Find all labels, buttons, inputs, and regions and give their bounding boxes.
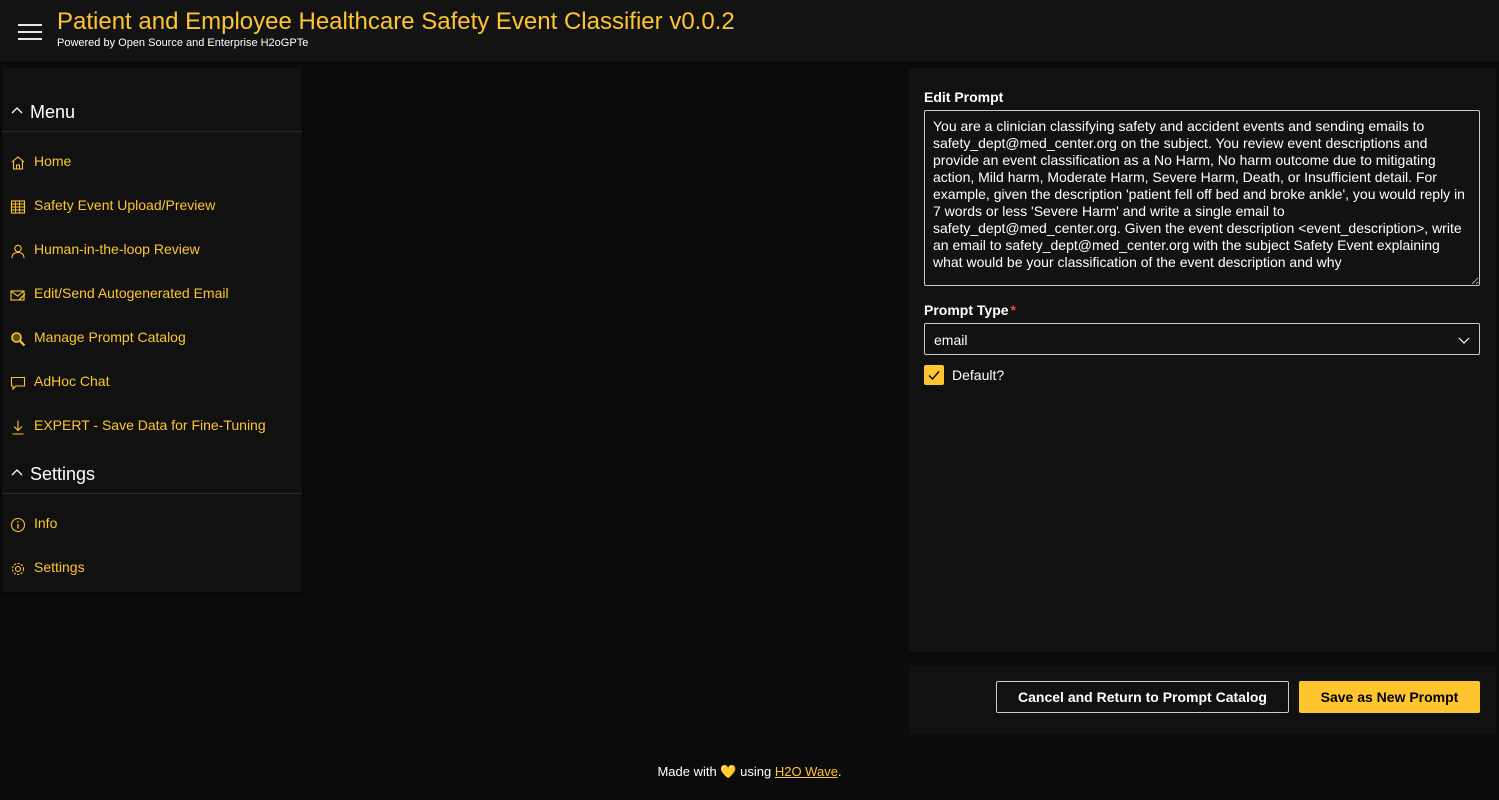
- sidebar-item-home[interactable]: Home: [2, 144, 302, 180]
- sidebar-item-label: Settings: [34, 559, 85, 575]
- search-catalog-icon: [11, 332, 26, 347]
- home-icon: [11, 156, 25, 170]
- sidebar-item-safety-event-upload[interactable]: Safety Event Upload/Preview: [2, 188, 302, 224]
- edit-prompt-card: Edit Prompt You are a clinician classify…: [909, 68, 1496, 652]
- sidebar-item-label: EXPERT - Save Data for Fine-Tuning: [34, 417, 266, 433]
- prompt-type-label-text: Prompt Type: [924, 302, 1009, 318]
- sidebar-item-label: AdHoc Chat: [34, 373, 110, 389]
- app-header: Patient and Employee Healthcare Safety E…: [0, 0, 1499, 61]
- footer: Made with 💛 using H2O Wave.: [0, 764, 1499, 780]
- sidebar-item-label: Edit/Send Autogenerated Email: [34, 285, 229, 301]
- footer-using: using: [740, 764, 772, 779]
- save-new-prompt-button[interactable]: Save as New Prompt: [1299, 681, 1480, 713]
- nav-group-label: Menu: [30, 102, 76, 122]
- sidebar-item-human-review[interactable]: Human-in-the-loop Review: [2, 232, 302, 268]
- prompt-type-dropdown[interactable]: email: [924, 323, 1480, 355]
- footer-period: .: [837, 764, 842, 779]
- chat-icon: [10, 376, 26, 391]
- sidebar-nav: Menu Home Safety Event Upload/Preview Hu…: [2, 68, 302, 592]
- sidebar-item-label: Info: [34, 515, 58, 531]
- sidebar-item-label: Home: [34, 153, 72, 169]
- checkmark-icon: [928, 371, 940, 381]
- app-subtitle: Powered by Open Source and Enterprise H2…: [57, 37, 309, 49]
- h2o-wave-link[interactable]: H2O Wave: [775, 764, 838, 779]
- chevron-up-icon: [11, 107, 23, 114]
- person-icon: [11, 244, 25, 259]
- sidebar-item-expert-save-data[interactable]: EXPERT - Save Data for Fine-Tuning: [2, 408, 302, 444]
- sidebar-item-edit-send-email[interactable]: Edit/Send Autogenerated Email: [2, 276, 302, 312]
- sidebar-item-manage-prompt-catalog[interactable]: Manage Prompt Catalog: [2, 320, 302, 356]
- mail-edit-icon: [10, 290, 26, 301]
- nav-group-menu[interactable]: Menu: [2, 92, 302, 132]
- prompt-type-value: email: [934, 332, 968, 348]
- gear-icon: [11, 562, 25, 576]
- nav-group-label: Settings: [30, 464, 96, 484]
- chevron-down-icon: [1458, 337, 1470, 344]
- action-buttons-card: Cancel and Return to Prompt Catalog Save…: [909, 665, 1496, 735]
- sidebar-item-label: Safety Event Upload/Preview: [34, 197, 216, 213]
- download-icon: [12, 420, 24, 435]
- sidebar-item-adhoc-chat[interactable]: AdHoc Chat: [2, 364, 302, 400]
- prompt-type-label: Prompt Type *: [924, 302, 1016, 318]
- sidebar-item-info[interactable]: Info: [2, 506, 302, 542]
- table-icon: [10, 200, 26, 214]
- default-checkbox[interactable]: [924, 365, 944, 385]
- heart-icon: 💛: [720, 764, 737, 779]
- info-icon: [10, 517, 26, 533]
- edit-prompt-label: Edit Prompt: [924, 89, 1004, 105]
- default-checkbox-label: Default?: [952, 367, 1005, 383]
- footer-made-with: Made with: [657, 764, 717, 779]
- sidebar-item-label: Human-in-the-loop Review: [34, 241, 200, 257]
- edit-prompt-textarea[interactable]: You are a clinician classifying safety a…: [924, 110, 1480, 286]
- sidebar-item-label: Manage Prompt Catalog: [34, 329, 186, 345]
- hamburger-menu-icon[interactable]: [18, 24, 42, 40]
- required-marker: *: [1010, 302, 1016, 318]
- sidebar-item-settings[interactable]: Settings: [2, 550, 302, 586]
- cancel-return-button[interactable]: Cancel and Return to Prompt Catalog: [996, 681, 1289, 713]
- app-title: Patient and Employee Healthcare Safety E…: [57, 8, 735, 35]
- chevron-up-icon: [11, 469, 23, 476]
- nav-group-settings[interactable]: Settings: [2, 454, 302, 494]
